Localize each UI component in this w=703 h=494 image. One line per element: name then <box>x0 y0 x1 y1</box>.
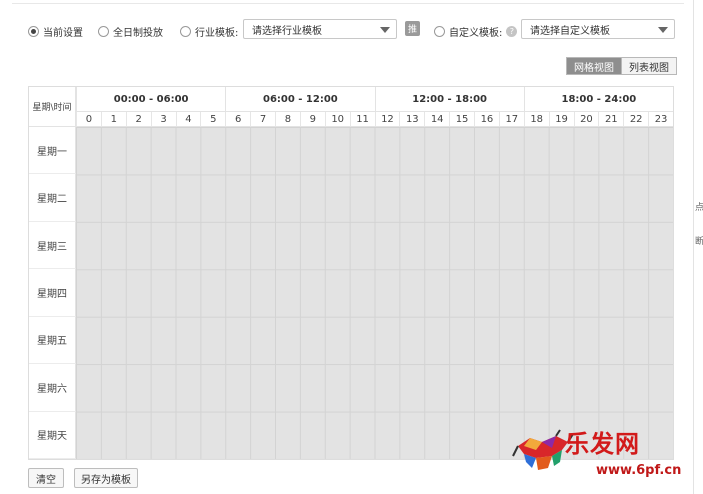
hour-header[interactable]: 14 <box>424 112 450 127</box>
schedule-grid: 星期\时间 00:00 - 06:00 06:00 - 12:00 12:00 - … <box>28 86 674 460</box>
option-allday[interactable]: 全日制投放 <box>98 23 163 39</box>
radio-current-selected[interactable] <box>28 25 39 37</box>
custom-template-select[interactable]: 请选择自定义模板 <box>521 19 675 39</box>
hour-header[interactable]: 7 <box>250 112 275 127</box>
hour-header[interactable]: 10 <box>324 112 350 127</box>
radio-allday[interactable] <box>98 25 109 37</box>
hour-header[interactable]: 18 <box>523 112 549 127</box>
hour-header[interactable]: 15 <box>449 112 474 127</box>
option-allday-label: 全日制投放 <box>113 27 163 39</box>
time-period-header[interactable]: 06:00 - 12:00 <box>225 87 375 112</box>
clipped-edge-text: 点 <box>695 203 703 213</box>
watermark-url: www.6pf.cn <box>596 463 682 478</box>
hour-header[interactable]: 3 <box>150 112 176 127</box>
clear-button[interactable]: 清空 <box>28 468 64 488</box>
weekday-row-header[interactable]: 星期四 <box>29 269 76 317</box>
industry-template-select[interactable]: 请选择行业模板 <box>243 19 397 39</box>
option-custom-label: 自定义模板: <box>449 27 503 39</box>
hour-header[interactable]: 4 <box>175 112 201 127</box>
save-as-template-button[interactable]: 另存为模板 <box>74 468 138 488</box>
view-toggle: 网格视图 列表视图 <box>566 57 677 75</box>
radio-industry[interactable] <box>180 25 191 37</box>
recommend-icon[interactable]: 推 <box>405 21 420 36</box>
hour-header[interactable]: 2 <box>125 112 151 127</box>
clipped-edge-text: 断 <box>695 237 703 247</box>
chevron-down-icon <box>380 27 390 33</box>
hour-header[interactable]: 8 <box>275 112 300 127</box>
time-period-header[interactable]: 18:00 - 24:00 <box>523 87 673 112</box>
weekday-row-header[interactable]: 星期二 <box>29 174 76 222</box>
option-custom[interactable]: 自定义模板: ? <box>434 23 518 39</box>
schedule-cells[interactable] <box>76 127 673 459</box>
hour-header[interactable]: 6 <box>225 112 251 127</box>
hour-header[interactable]: 16 <box>474 112 499 127</box>
weekday-row-header[interactable]: 星期一 <box>29 127 76 175</box>
help-icon[interactable]: ? <box>506 25 518 37</box>
grid-view-button[interactable]: 网格视图 <box>567 58 621 74</box>
weekday-row-header[interactable]: 星期天 <box>29 411 76 459</box>
hour-header[interactable]: 21 <box>598 112 624 127</box>
hour-header[interactable]: 0 <box>76 112 101 127</box>
hour-header[interactable]: 19 <box>548 112 574 127</box>
time-period-header[interactable]: 12:00 - 18:00 <box>374 87 524 112</box>
hour-header[interactable]: 9 <box>299 112 325 127</box>
custom-template-placeholder: 请选择自定义模板 <box>530 25 610 37</box>
option-current[interactable]: 当前设置 <box>28 23 83 39</box>
right-edge-divider <box>693 0 694 494</box>
option-industry[interactable]: 行业模板: <box>180 23 238 39</box>
radio-custom[interactable] <box>434 25 445 37</box>
top-divider <box>12 3 684 4</box>
watermark-text: 乐发网 <box>565 429 640 458</box>
hour-header[interactable]: 20 <box>573 112 599 127</box>
list-view-button[interactable]: 列表视图 <box>621 58 676 74</box>
time-period-header[interactable]: 00:00 - 06:00 <box>76 87 226 112</box>
hour-header[interactable]: 17 <box>498 112 524 127</box>
weekday-row-header[interactable]: 星期六 <box>29 364 76 412</box>
hour-header[interactable]: 13 <box>399 112 425 127</box>
grid-corner-label: 星期\时间 <box>29 87 76 127</box>
industry-template-placeholder: 请选择行业模板 <box>252 25 322 37</box>
hour-header[interactable]: 1 <box>100 112 126 127</box>
option-current-label: 当前设置 <box>43 27 83 39</box>
hour-header[interactable]: 5 <box>200 112 226 127</box>
hour-header[interactable]: 23 <box>648 112 673 127</box>
option-industry-label: 行业模板: <box>195 27 239 39</box>
hour-header[interactable]: 12 <box>374 112 400 127</box>
hour-header[interactable]: 11 <box>349 112 375 127</box>
hour-header[interactable]: 22 <box>623 112 649 127</box>
chevron-down-icon <box>658 27 668 33</box>
weekday-row-header[interactable]: 星期五 <box>29 316 76 365</box>
weekday-row-header[interactable]: 星期三 <box>29 221 76 270</box>
